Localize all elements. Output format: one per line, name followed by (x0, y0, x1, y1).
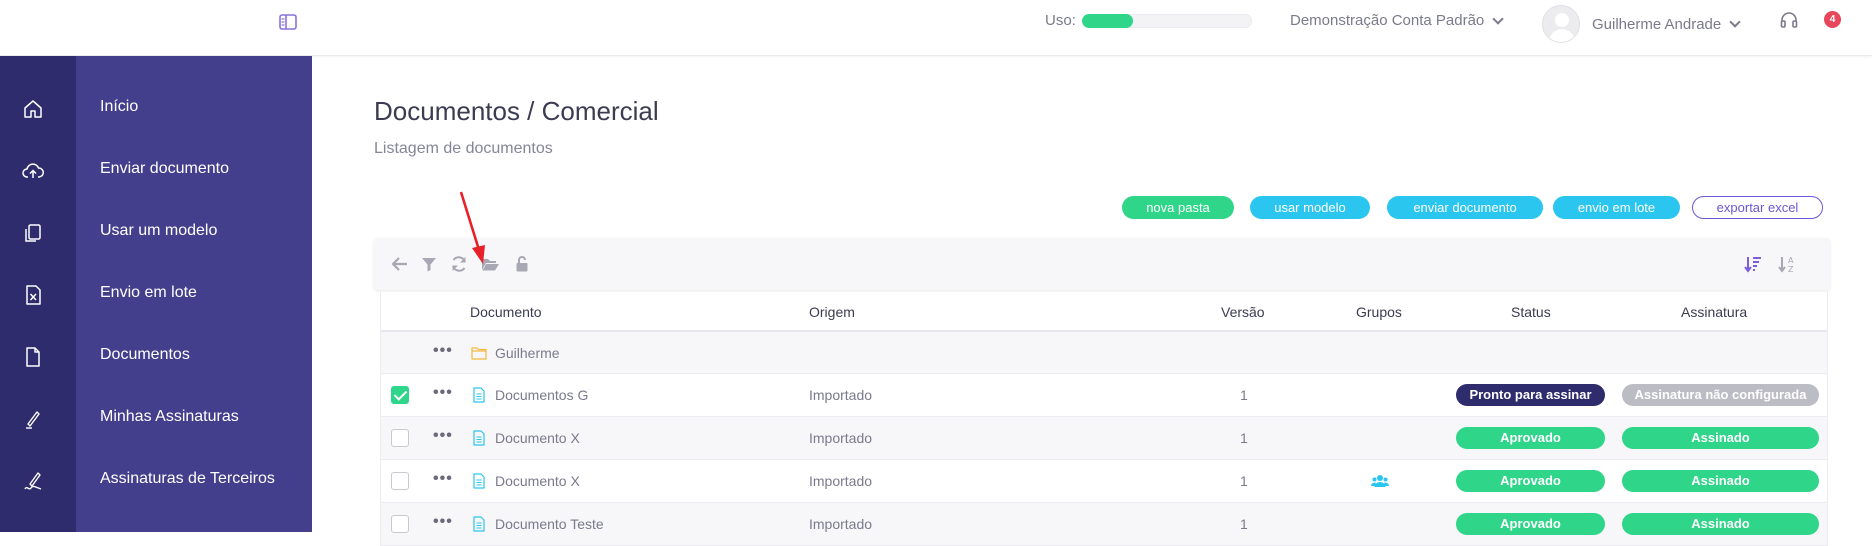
document-name[interactable]: Documento X (495, 473, 580, 489)
account-selector[interactable]: Demonstração Conta Padrão (1290, 12, 1504, 29)
sidebar-toggle-icon[interactable] (278, 12, 298, 32)
sidebar-item-label: Usar um modelo (100, 222, 218, 239)
table-row[interactable]: ••• Documento X Importado 1 Aprovado Ass… (381, 417, 1827, 460)
document-version: 1 (1240, 387, 1248, 403)
table-toolbar: A Z (374, 238, 1830, 290)
file-icon (473, 473, 485, 489)
template-icon (25, 224, 41, 242)
signature-badge: Assinatura não configurada (1622, 384, 1819, 406)
top-bar: Uso: Demonstração Conta Padrão Guilherme… (0, 0, 1872, 56)
document-name[interactable]: Documentos G (495, 387, 588, 403)
avatar (1542, 5, 1580, 43)
column-header-grupos[interactable]: Grupos (1356, 304, 1402, 320)
sort-alpha-icon[interactable]: A Z (1777, 254, 1797, 274)
cloud-upload-icon (22, 163, 44, 178)
row-menu-button[interactable]: ••• (433, 384, 453, 402)
documents-table: Documento Origem Versão Grupos Status As… (380, 292, 1828, 546)
usage-meter: Uso: (1045, 12, 1252, 29)
table-row[interactable]: ••• Documentos G Importado 1 Pronto para… (381, 374, 1827, 417)
column-header-versao[interactable]: Versão (1221, 304, 1265, 320)
batch-send-button[interactable]: envio em lote (1553, 196, 1680, 219)
document-version: 1 (1240, 473, 1248, 489)
page-title: Documentos / Comercial (374, 96, 659, 126)
file-icon (473, 430, 485, 446)
table-row[interactable]: ••• Documento Teste Importado 1 Aprovado… (381, 503, 1827, 546)
signature-icon (24, 472, 42, 490)
pen-icon (26, 411, 40, 429)
filter-icon[interactable] (419, 254, 439, 274)
user-name: Guilherme Andrade (1592, 15, 1722, 33)
document-origin: Importado (809, 516, 873, 532)
sidebar-item-documentos[interactable]: Documentos (0, 326, 312, 388)
page-subtitle: Listagem de documentos (374, 140, 553, 157)
status-badge: Aprovado (1456, 427, 1605, 449)
account-name: Demonstração Conta Padrão (1290, 12, 1485, 29)
sidebar-item-minhas-assinaturas[interactable]: Minhas Assinaturas (0, 388, 312, 450)
file-icon (473, 516, 485, 532)
home-icon (24, 100, 42, 118)
sidebar-item-label: Documentos (100, 346, 190, 363)
sidebar-item-label: Enviar documento (100, 160, 229, 177)
sidebar-item-label: Assinaturas de Terceiros (100, 470, 275, 487)
table-header: Documento Origem Versão Grupos Status As… (381, 292, 1827, 332)
svg-text:Z: Z (1788, 265, 1794, 274)
sidebar-item-label: Início (100, 98, 139, 115)
row-checkbox[interactable] (391, 515, 409, 533)
sidebar-item-label: Minhas Assinaturas (100, 408, 239, 425)
back-arrow-icon[interactable] (390, 254, 410, 274)
export-excel-button[interactable]: exportar excel (1692, 196, 1823, 219)
row-checkbox[interactable] (391, 386, 409, 404)
sort-descending-icon[interactable] (1743, 254, 1763, 274)
folder-icon (471, 347, 487, 360)
signature-badge: Assinado (1622, 470, 1819, 492)
sidebar-item-assinaturas-terceiros[interactable]: Assinaturas de Terceiros (0, 450, 312, 512)
row-menu-button[interactable]: ••• (433, 513, 453, 531)
chevron-down-icon (1729, 16, 1741, 28)
status-badge: Pronto para assinar (1456, 384, 1605, 406)
sidebar-item-enviar-documento[interactable]: Enviar documento (0, 140, 312, 202)
sidebar-item-usar-modelo[interactable]: Usar um modelo (0, 202, 312, 264)
document-origin: Importado (809, 387, 873, 403)
spreadsheet-icon (26, 285, 41, 305)
document-version: 1 (1240, 516, 1248, 532)
document-name[interactable]: Documento Teste (495, 516, 604, 532)
new-folder-button[interactable]: nova pasta (1122, 196, 1234, 219)
row-menu-button[interactable]: ••• (433, 427, 453, 445)
column-header-status[interactable]: Status (1511, 304, 1551, 320)
column-header-assinatura[interactable]: Assinatura (1681, 304, 1747, 320)
usage-bar-fill (1081, 13, 1133, 28)
table-row[interactable]: ••• Documento X Importado 1 Aprovado Ass… (381, 460, 1827, 503)
group-users-icon[interactable] (1371, 472, 1389, 490)
document-version: 1 (1240, 430, 1248, 446)
document-origin: Importado (809, 473, 873, 489)
sidebar-item-label: Envio em lote (100, 284, 197, 301)
document-name[interactable]: Documento X (495, 430, 580, 446)
column-header-origem[interactable]: Origem (809, 304, 855, 320)
usage-bar (1081, 13, 1252, 28)
user-menu[interactable]: Guilherme Andrade (1542, 5, 1741, 43)
chevron-down-icon (1492, 12, 1504, 25)
sidebar-item-inicio[interactable]: Início (0, 78, 312, 140)
headset-icon[interactable] (1779, 10, 1799, 30)
row-menu-button[interactable]: ••• (433, 470, 453, 488)
signature-badge: Assinado (1622, 427, 1819, 449)
file-icon (473, 387, 485, 403)
column-header-documento[interactable]: Documento (470, 304, 542, 320)
use-template-button[interactable]: usar modelo (1250, 196, 1370, 219)
row-checkbox[interactable] (391, 472, 409, 490)
status-badge: Aprovado (1456, 470, 1605, 492)
row-menu-button[interactable]: ••• (433, 342, 453, 360)
row-checkbox[interactable] (391, 429, 409, 447)
notification-badge[interactable]: 4 (1824, 11, 1841, 28)
unlock-icon[interactable] (512, 254, 532, 274)
folder-row[interactable]: ••• Guilherme (381, 332, 1827, 374)
svg-text:A: A (1788, 256, 1794, 265)
folder-name[interactable]: Guilherme (495, 345, 560, 361)
usage-label: Uso: (1045, 12, 1076, 29)
annotation-arrow-icon (459, 191, 485, 264)
document-icon (26, 347, 40, 367)
document-origin: Importado (809, 430, 873, 446)
sidebar-item-envio-lote[interactable]: Envio em lote (0, 264, 312, 326)
send-document-button[interactable]: enviar documento (1387, 196, 1543, 219)
